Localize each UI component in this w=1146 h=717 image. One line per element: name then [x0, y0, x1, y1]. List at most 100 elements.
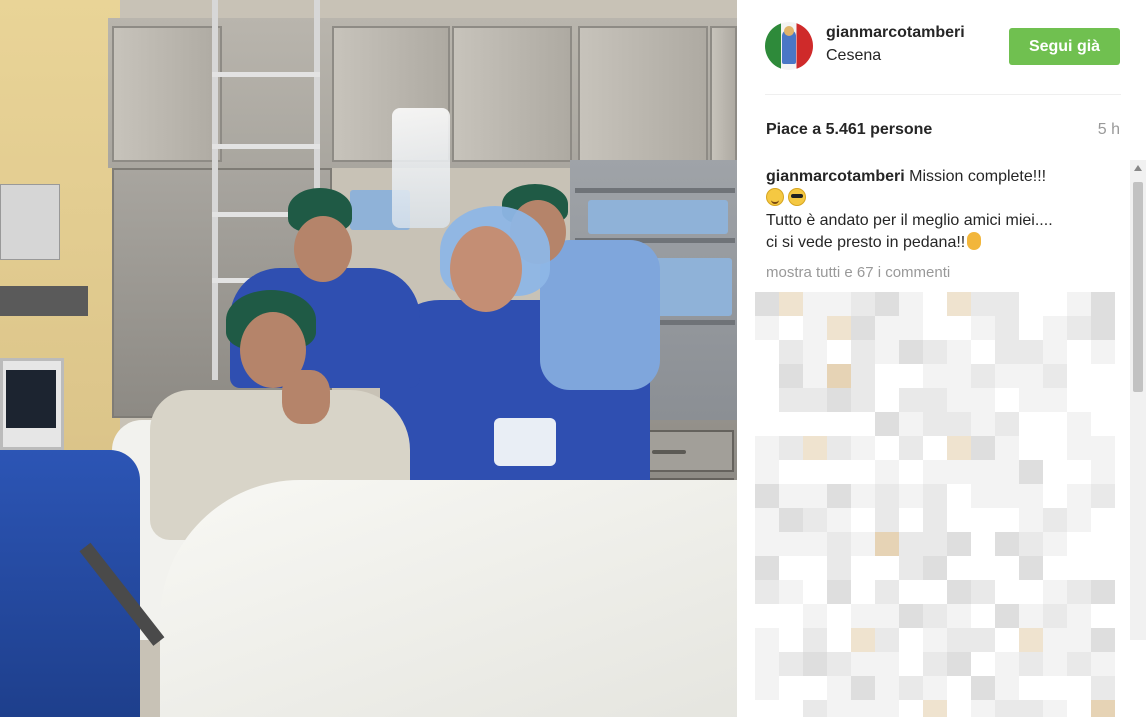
blur-pixel [827, 700, 851, 717]
blur-pixel [1067, 532, 1091, 556]
view-all-comments-link[interactable]: mostra tutti e 67 i commenti [766, 264, 950, 281]
blur-pixel [947, 604, 971, 628]
blur-pixel [875, 676, 899, 700]
blur-pixel [995, 316, 1019, 340]
blur-pixel [923, 484, 947, 508]
blur-pixel [923, 676, 947, 700]
blur-pixel [875, 700, 899, 717]
blur-pixel [899, 412, 923, 436]
blur-pixel [995, 484, 1019, 508]
location-link[interactable]: Cesena [826, 47, 881, 65]
caption-line-3: ci si vede presto in pedana!! [766, 234, 966, 251]
blur-pixel [1091, 628, 1115, 652]
follow-button[interactable]: Segui già [1009, 28, 1120, 65]
username-link[interactable]: gianmarcotamberi [826, 24, 965, 42]
blur-pixel [803, 508, 827, 532]
blur-pixel [755, 604, 779, 628]
blur-pixel [923, 292, 947, 316]
blur-pixel [1043, 580, 1067, 604]
blur-pixel [827, 364, 851, 388]
scrollbar-thumb[interactable] [1133, 182, 1143, 392]
blur-pixel [1043, 628, 1067, 652]
blur-pixel [803, 580, 827, 604]
blur-pixel [899, 556, 923, 580]
blur-pixel [1019, 604, 1043, 628]
blur-pixel [899, 580, 923, 604]
blur-pixel [947, 652, 971, 676]
blur-pixel [995, 340, 1019, 364]
blur-pixel [1019, 628, 1043, 652]
blur-pixel [971, 316, 995, 340]
blur-pixel [995, 604, 1019, 628]
blur-pixel [1067, 508, 1091, 532]
blur-pixel [1091, 436, 1115, 460]
blur-pixel [899, 316, 923, 340]
blur-pixel [923, 604, 947, 628]
blur-pixel [779, 628, 803, 652]
blur-pixel [971, 412, 995, 436]
ladder-rung [212, 144, 320, 149]
blur-pixel [971, 628, 995, 652]
cabinet-door [452, 26, 572, 162]
caption-username[interactable]: gianmarcotamberi [766, 168, 905, 185]
blur-pixel [923, 436, 947, 460]
blur-pixel [1019, 364, 1043, 388]
blur-pixel [875, 292, 899, 316]
blur-pixel [1091, 292, 1115, 316]
blur-pixel [851, 364, 875, 388]
blur-pixel [803, 676, 827, 700]
blur-pixel [899, 676, 923, 700]
post-photo[interactable] [0, 0, 737, 717]
blur-pixel [1019, 652, 1043, 676]
caption-line-2: Tutto è andato per il meglio amici miei.… [766, 212, 1053, 229]
blur-pixel [971, 556, 995, 580]
blur-pixel [875, 556, 899, 580]
blur-pixel [1091, 700, 1115, 717]
blur-pixel [827, 628, 851, 652]
blur-pixel [779, 700, 803, 717]
blur-pixel [947, 676, 971, 700]
blur-pixel [923, 364, 947, 388]
post-caption: gianmarcotamberi Mission complete!!! Tut… [766, 166, 1111, 254]
blur-pixel [755, 316, 779, 340]
blur-pixel [1091, 508, 1115, 532]
blur-pixel [755, 676, 779, 700]
blur-pixel [803, 700, 827, 717]
blur-pixel [1043, 460, 1067, 484]
blur-pixel [755, 700, 779, 717]
likes-count[interactable]: Piace a 5.461 persone [766, 121, 932, 139]
blur-pixel [779, 604, 803, 628]
blur-pixel [755, 412, 779, 436]
blur-pixel [1043, 388, 1067, 412]
blur-pixel [1067, 484, 1091, 508]
blur-pixel [803, 388, 827, 412]
blur-pixel [755, 508, 779, 532]
blur-pixel [851, 700, 875, 717]
blur-pixel [779, 388, 803, 412]
blur-pixel [1019, 508, 1043, 532]
blur-pixel [1019, 340, 1043, 364]
blur-pixel [923, 628, 947, 652]
profile-avatar[interactable] [765, 22, 813, 70]
blur-pixel [947, 700, 971, 717]
blur-pixel [995, 364, 1019, 388]
shelf [575, 188, 735, 193]
blur-pixel [995, 412, 1019, 436]
blur-pixel [803, 628, 827, 652]
blur-pixel [1091, 460, 1115, 484]
blur-pixel [875, 340, 899, 364]
blur-pixel [1043, 604, 1067, 628]
blur-pixel [923, 508, 947, 532]
blur-pixel [779, 556, 803, 580]
blur-pixel [755, 388, 779, 412]
scroll-up-arrow-icon[interactable] [1134, 165, 1142, 171]
blur-pixel [827, 292, 851, 316]
blur-pixel [755, 556, 779, 580]
post-timestamp[interactable]: 5 h [1098, 121, 1120, 139]
ladder-rail [212, 0, 218, 380]
blur-pixel [923, 340, 947, 364]
cabinet-door [710, 26, 737, 162]
blur-pixel [1091, 556, 1115, 580]
blur-pixel [1019, 580, 1043, 604]
blur-pixel [779, 508, 803, 532]
